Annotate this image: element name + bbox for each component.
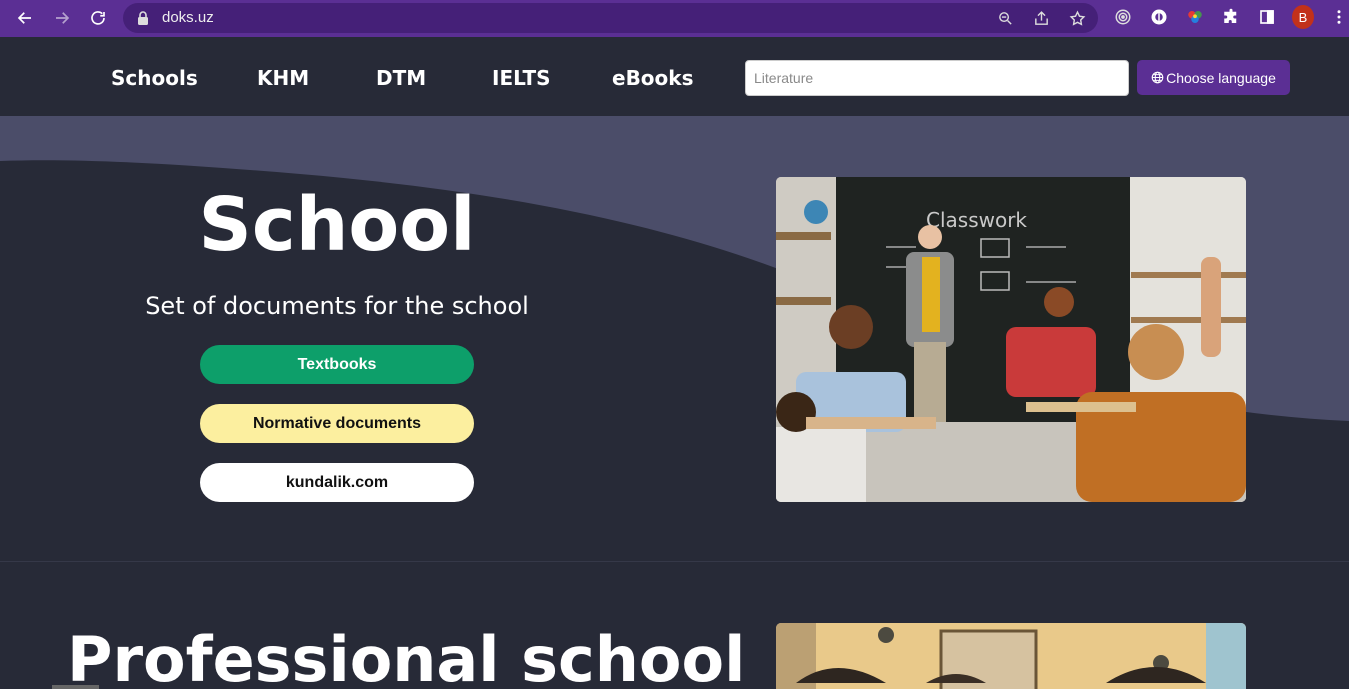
side-panel-icon[interactable]: [1256, 5, 1278, 29]
forward-button[interactable]: [48, 4, 76, 32]
arrow-right-icon: [56, 12, 70, 24]
nav-link-khm[interactable]: KHM: [257, 66, 309, 90]
svg-text:Classwork: Classwork: [926, 208, 1027, 232]
horizontal-scrollbar-thumb[interactable]: [52, 685, 99, 689]
reload-icon: [91, 11, 105, 25]
nav-link-dtm[interactable]: DTM: [376, 66, 426, 90]
nav-link-ielts[interactable]: IELTS: [492, 66, 551, 90]
normative-documents-button[interactable]: Normative documents: [200, 404, 474, 443]
extensions-puzzle-icon[interactable]: [1220, 5, 1242, 29]
reload-button[interactable]: [84, 4, 112, 32]
kundalik-button[interactable]: kundalik.com: [200, 463, 474, 502]
site-header: Schools KHM DTM IELTS eBooks Choose lang…: [0, 37, 1349, 116]
url-text: doks.uz: [162, 9, 214, 26]
search-input[interactable]: [745, 60, 1129, 96]
lock-icon: [138, 11, 148, 25]
workshop-photo: [776, 623, 1246, 689]
zoom-icon[interactable]: [994, 8, 1016, 28]
choose-language-label: Choose language: [1166, 69, 1276, 86]
hero-section: School Set of documents for the school T…: [0, 116, 1349, 561]
bookmark-star-icon[interactable]: [1066, 8, 1088, 28]
nav-link-ebooks[interactable]: eBooks: [612, 66, 694, 90]
hero-title: School: [198, 182, 476, 268]
hero-subtitle: Set of documents for the school: [145, 292, 529, 320]
extension-color-wheel-icon[interactable]: [1184, 5, 1206, 29]
professional-school-section: Professional school: [0, 562, 1349, 689]
extension-circle-icon[interactable]: [1148, 5, 1170, 29]
share-icon[interactable]: [1030, 8, 1052, 28]
section-title: Professional school: [67, 623, 746, 689]
browser-toolbar: doks.uz B: [0, 0, 1349, 37]
choose-language-button[interactable]: Choose language: [1137, 60, 1290, 95]
menu-kebab-icon[interactable]: [1328, 5, 1349, 29]
extension-target-icon[interactable]: [1112, 5, 1134, 29]
nav-link-schools[interactable]: Schools: [111, 66, 198, 90]
arrow-left-icon: [17, 12, 31, 24]
textbooks-button[interactable]: Textbooks: [200, 345, 474, 384]
back-button[interactable]: [11, 4, 39, 32]
profile-avatar[interactable]: B: [1292, 5, 1314, 29]
classroom-photo: Classwork: [776, 177, 1246, 502]
avatar: B: [1292, 5, 1314, 29]
globe-icon: [1151, 71, 1164, 84]
address-bar[interactable]: doks.uz: [123, 3, 1098, 33]
